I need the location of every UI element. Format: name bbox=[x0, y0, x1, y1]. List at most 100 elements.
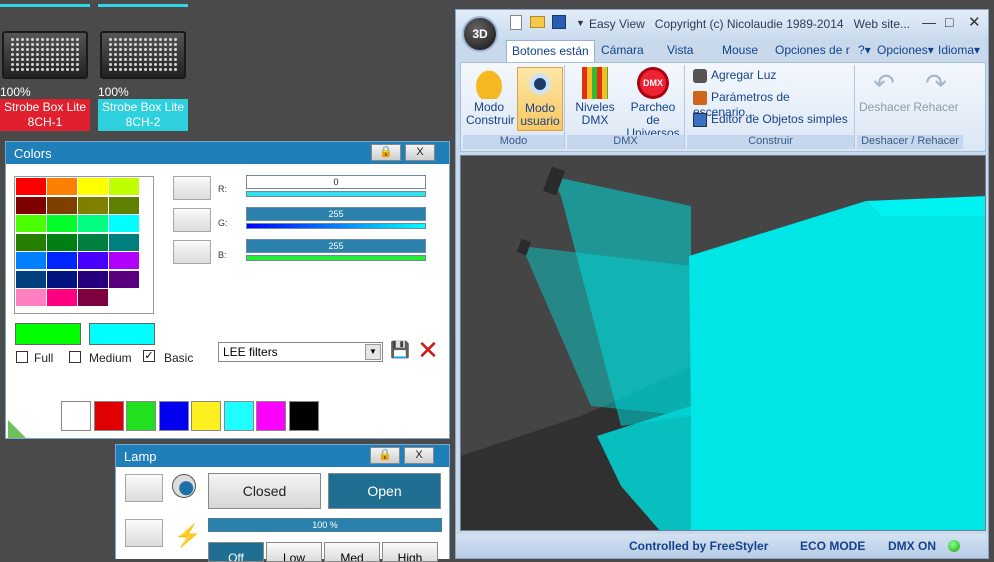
basic-color-swatch[interactable] bbox=[61, 401, 91, 431]
medium-checkbox[interactable] bbox=[69, 351, 81, 363]
color-swatch[interactable] bbox=[109, 289, 139, 306]
basic-color-swatch[interactable] bbox=[158, 401, 189, 431]
save-icon[interactable] bbox=[552, 15, 566, 29]
color-swatch[interactable] bbox=[47, 233, 77, 251]
basic-checkbox[interactable]: ✓ bbox=[143, 350, 155, 362]
closed-button[interactable]: Closed bbox=[208, 473, 321, 509]
r-channel-button[interactable] bbox=[173, 176, 211, 200]
color-swatch[interactable] bbox=[47, 289, 77, 306]
chevron-down-icon[interactable]: ▼ bbox=[365, 344, 381, 360]
g-value[interactable]: 255 bbox=[246, 207, 426, 221]
r-value[interactable]: 0 bbox=[246, 175, 426, 189]
basic-color-swatch[interactable] bbox=[256, 401, 286, 431]
deshacer-button[interactable]: ↶ Deshacer bbox=[859, 67, 910, 131]
niveles-dmx-button[interactable]: Niveles DMX bbox=[570, 67, 620, 131]
color-swatch[interactable] bbox=[78, 233, 108, 251]
b-value[interactable]: 255 bbox=[246, 239, 426, 253]
basic-color-swatch[interactable] bbox=[191, 401, 221, 431]
tab-mouse[interactable]: Mouse bbox=[722, 43, 758, 57]
color-swatch[interactable] bbox=[16, 233, 46, 251]
mode-low-button[interactable]: Low bbox=[266, 542, 322, 562]
resize-grip-icon[interactable] bbox=[8, 420, 26, 438]
b-slider[interactable] bbox=[246, 255, 426, 261]
color-swatch[interactable] bbox=[16, 196, 46, 214]
r-slider[interactable] bbox=[246, 191, 426, 197]
mode-high-button[interactable]: High bbox=[382, 542, 438, 562]
close-button[interactable]: X bbox=[405, 144, 435, 161]
mode-off-button[interactable]: Off bbox=[208, 542, 264, 562]
ribbon-tabs: Botones están Cámara Vista Mouse Opcione… bbox=[456, 40, 988, 62]
colors-panel-titlebar[interactable]: Colors 🔒 X bbox=[6, 142, 449, 164]
open-button[interactable]: Open bbox=[328, 473, 441, 509]
color-swatch[interactable] bbox=[78, 252, 108, 269]
filter-dropdown[interactable]: LEE filters ▼ bbox=[218, 342, 383, 362]
tab-camara[interactable]: Cámara bbox=[601, 43, 644, 57]
modo-construir-button[interactable]: Modo Construir bbox=[466, 67, 515, 131]
fixture-2[interactable]: 100% Strobe Box Lite 8CH-2 bbox=[98, 4, 188, 131]
color-swatch[interactable] bbox=[109, 178, 139, 195]
tab-botones[interactable]: Botones están bbox=[506, 40, 595, 62]
color-swatch[interactable] bbox=[78, 196, 108, 214]
color-swatch[interactable] bbox=[47, 215, 77, 232]
lamp-progress[interactable]: 100 % bbox=[208, 518, 442, 532]
dmx-led-icon bbox=[948, 540, 960, 552]
basic-color-swatch[interactable] bbox=[223, 401, 254, 431]
minimize-icon[interactable]: — bbox=[922, 14, 936, 30]
delete-icon[interactable]: ✕ bbox=[415, 337, 441, 363]
full-checkbox[interactable] bbox=[16, 351, 28, 363]
color-swatch[interactable] bbox=[16, 289, 46, 306]
color-swatch[interactable] bbox=[16, 252, 46, 269]
color-swatch[interactable] bbox=[109, 252, 139, 269]
tab-opciones[interactable]: Opciones▾ bbox=[877, 43, 934, 57]
color-swatch[interactable] bbox=[109, 196, 139, 214]
save-icon[interactable]: 💾 bbox=[390, 341, 410, 361]
color-swatch[interactable] bbox=[16, 178, 46, 195]
color-swatch[interactable] bbox=[16, 215, 46, 232]
rehacer-button[interactable]: ↷ Rehacer bbox=[911, 67, 961, 131]
lamp-strike-button[interactable] bbox=[125, 519, 163, 547]
editor-objetos-button[interactable]: Editor de Objetos simples bbox=[693, 112, 848, 127]
color-swatch[interactable] bbox=[47, 196, 77, 214]
color-swatch[interactable] bbox=[78, 270, 108, 288]
color-swatch[interactable] bbox=[109, 270, 139, 288]
color-swatch[interactable] bbox=[47, 270, 77, 288]
color-swatch[interactable] bbox=[16, 270, 46, 288]
close-icon[interactable]: ✕ bbox=[968, 13, 981, 31]
agregar-luz-button[interactable]: Agregar Luz bbox=[693, 68, 776, 83]
g-slider[interactable] bbox=[246, 223, 426, 229]
lamp-toggle-button[interactable] bbox=[125, 474, 163, 502]
tab-opciones-de[interactable]: Opciones de r bbox=[775, 43, 850, 57]
color-swatch-grid[interactable] bbox=[14, 176, 154, 314]
parcheo-universos-button[interactable]: DMX Parcheo de Universos bbox=[623, 67, 683, 140]
color-swatch[interactable] bbox=[109, 233, 139, 251]
fixture-1-indicator bbox=[0, 4, 90, 7]
open-folder-icon[interactable] bbox=[530, 16, 545, 28]
close-button[interactable]: X bbox=[404, 447, 434, 464]
lock-icon[interactable]: 🔒 bbox=[370, 447, 400, 464]
color-swatch[interactable] bbox=[109, 215, 139, 232]
mode-med-button[interactable]: Med bbox=[324, 542, 380, 562]
fixture-1[interactable]: 100% Strobe Box Lite 8CH-1 bbox=[0, 4, 90, 131]
tab-help[interactable]: ?▾ bbox=[858, 43, 871, 57]
basic-color-swatch[interactable] bbox=[126, 401, 156, 431]
basic-color-swatch[interactable] bbox=[288, 401, 319, 431]
lamp-panel-titlebar[interactable]: Lamp 🔒 X bbox=[116, 445, 449, 467]
color-swatch[interactable] bbox=[78, 178, 108, 195]
new-file-icon[interactable] bbox=[510, 15, 522, 30]
tab-vista[interactable]: Vista bbox=[667, 43, 693, 57]
3d-viewport[interactable] bbox=[460, 155, 986, 531]
color-swatch[interactable] bbox=[78, 289, 108, 306]
basic-color-swatch[interactable] bbox=[93, 401, 124, 431]
b-channel-button[interactable] bbox=[173, 240, 211, 264]
app-orb-button[interactable]: 3D bbox=[462, 16, 498, 52]
lock-icon[interactable]: 🔒 bbox=[371, 144, 401, 161]
qat-dropdown-icon[interactable]: ▼ bbox=[576, 18, 585, 28]
color-swatch[interactable] bbox=[78, 215, 108, 232]
tab-idioma[interactable]: Idioma▾ bbox=[938, 43, 980, 57]
color-swatch[interactable] bbox=[47, 252, 77, 269]
maximize-icon[interactable]: □ bbox=[945, 14, 953, 30]
fixture-2-name: Strobe Box Lite bbox=[101, 100, 185, 114]
g-channel-button[interactable] bbox=[173, 208, 211, 232]
modo-usuario-button[interactable]: Modo usuario bbox=[517, 67, 563, 131]
color-swatch[interactable] bbox=[47, 178, 77, 195]
